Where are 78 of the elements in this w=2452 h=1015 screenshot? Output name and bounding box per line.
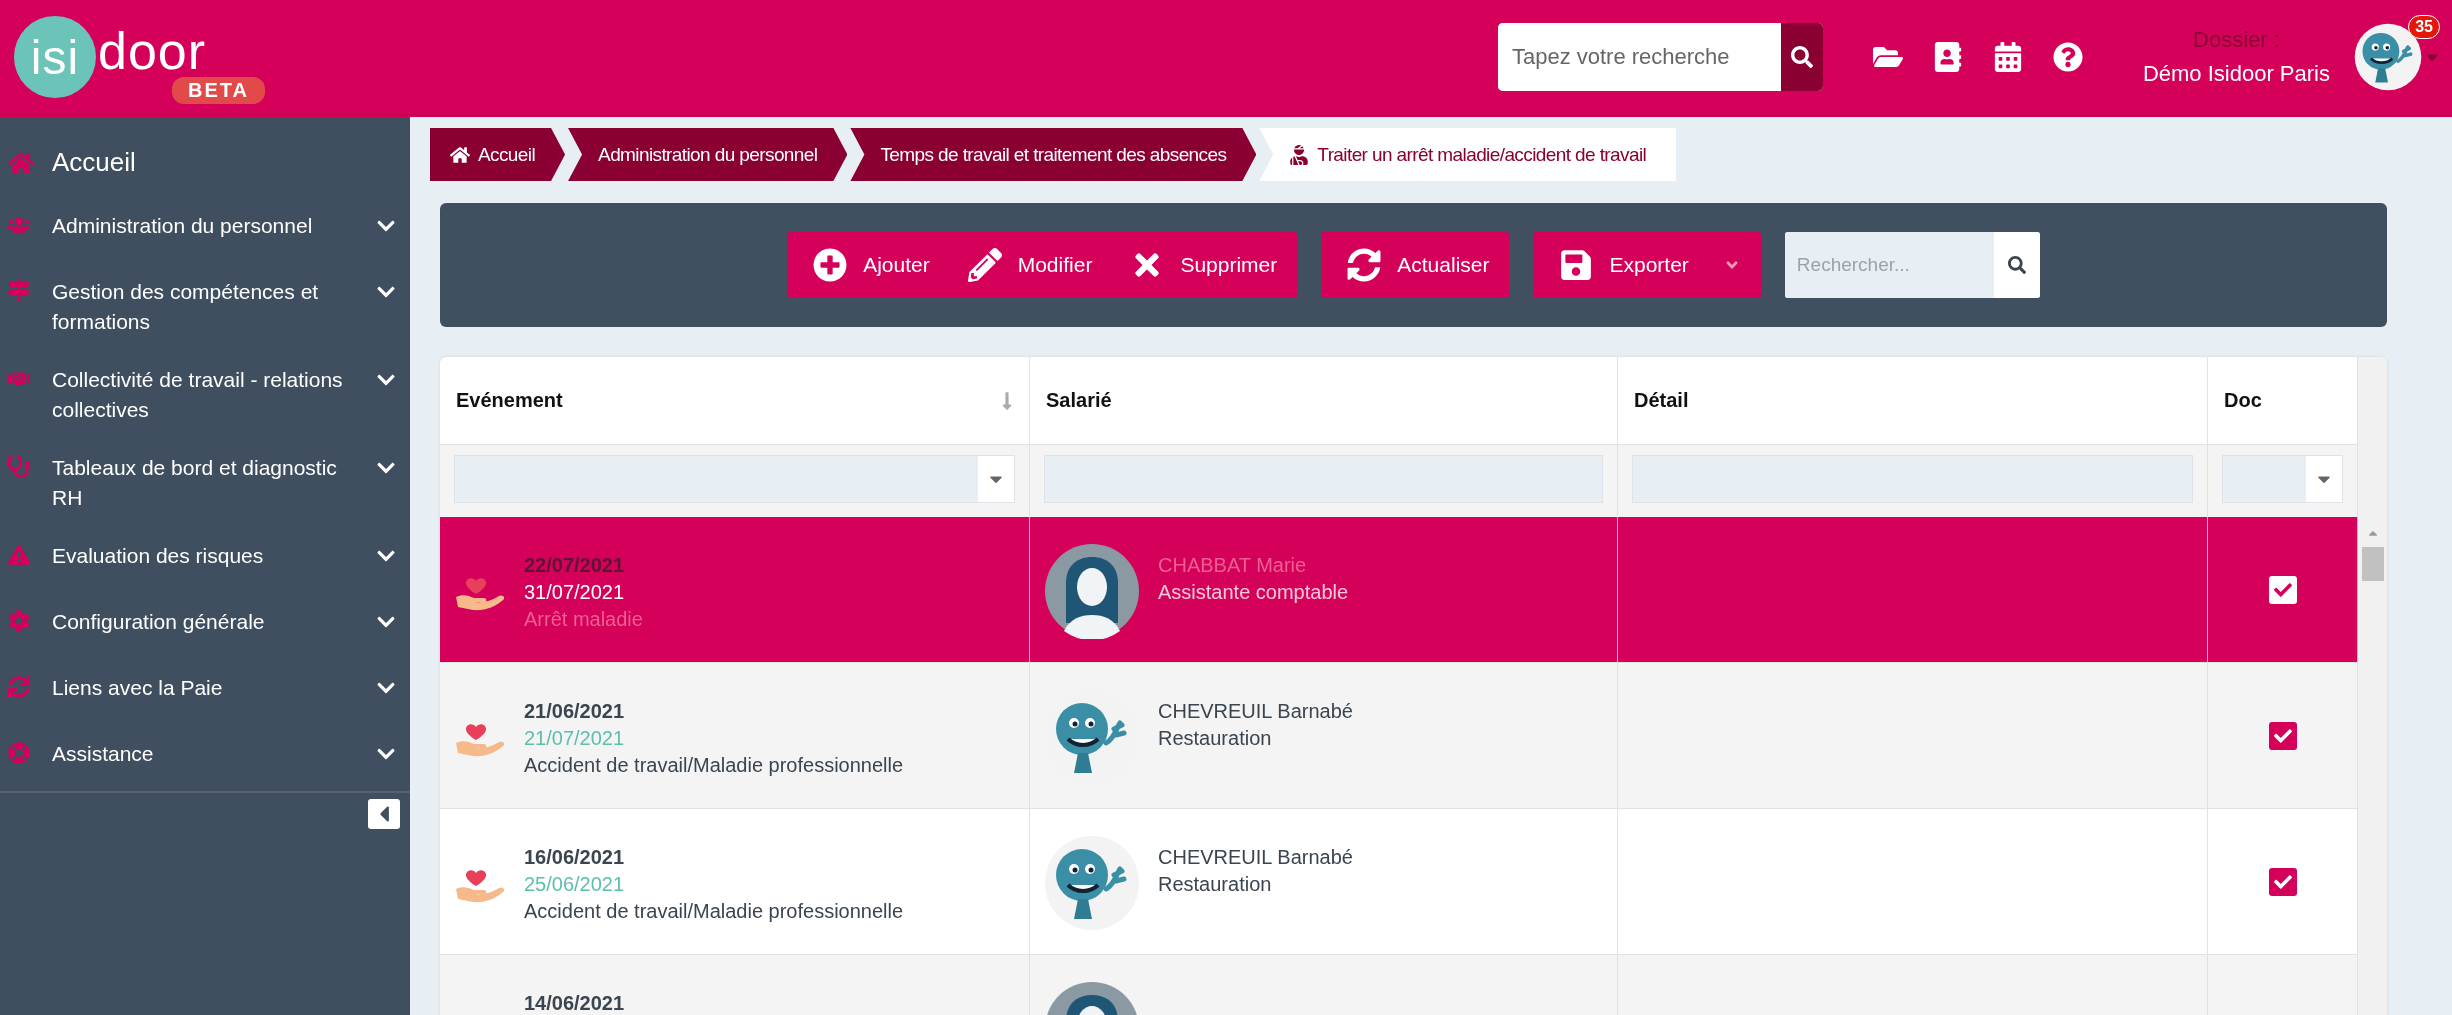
checkmark-icon: [2273, 873, 2292, 891]
home-icon: [450, 144, 470, 165]
logo-mark: isi: [14, 16, 96, 98]
signpost-icon: [8, 280, 30, 302]
table-cell[interactable]: [1618, 517, 2208, 663]
breadcrumb-item[interactable]: Accueil: [430, 128, 566, 181]
checkmark-icon: [2273, 727, 2292, 745]
sidebar-item[interactable]: Administration du personnel: [0, 197, 410, 263]
start-date: 22/07/2021: [524, 553, 626, 578]
job-title: Assistante comptable: [1158, 580, 1349, 605]
job-title: Restauration: [1158, 726, 1273, 751]
sidebar-item[interactable]: Collectivité de travail - relations collectives: [0, 351, 410, 439]
sidebar-item[interactable]: Assistance: [0, 725, 410, 791]
table-cell[interactable]: 21/06/2021 21/07/2021 Accident de travail/Maladie professionnelle: [440, 663, 1030, 809]
sync-icon: [8, 676, 30, 698]
end-date: 25/06/2021: [524, 872, 626, 897]
event-type: Accident de travail/Maladie professionnelle: [524, 753, 904, 778]
job-title: Restauration: [1158, 872, 1273, 897]
checkmark-icon: [2273, 581, 2292, 599]
pencil-icon: [967, 248, 1002, 282]
table-cell[interactable]: CHEVREUIL Barnabé Restauration: [1030, 809, 1618, 955]
notification-badge: 35: [2408, 15, 2440, 39]
employee-name: CHEVREUIL Barnabé: [1158, 845, 1353, 870]
checkbox[interactable]: [2268, 868, 2297, 896]
table-cell[interactable]: 16/06/2021 25/06/2021 Accident de travail/Maladie professionnelle: [440, 809, 1030, 955]
search-icon: [2007, 256, 2026, 274]
sidebar-item[interactable]: Configuration générale: [0, 593, 410, 659]
contact-book-icon[interactable]: [1932, 42, 1963, 72]
table-cell[interactable]: CHEVREUIL Barnabé Restauration: [1030, 663, 1618, 809]
sidebar-item[interactable]: Tableaux de bord et diagnostic RH: [0, 439, 410, 527]
table-cell[interactable]: [1618, 663, 2208, 809]
table-cell[interactable]: 14/06/2021: [440, 955, 1030, 1015]
event-type: Arrêt maladie: [524, 607, 643, 632]
settings-icon: [8, 610, 30, 632]
start-date: 14/06/2021: [524, 991, 625, 1015]
employee-name: CHEVREUIL Barnabé: [1158, 699, 1353, 724]
sidebar-item[interactable]: Gestion des compétences et formations: [0, 263, 410, 351]
sidebar-item[interactable]: Liens avec la Paie: [0, 659, 410, 725]
table-cell[interactable]: 22/07/2021 31/07/2021 Arrêt maladie: [440, 517, 1030, 663]
lifebuoy-icon: [8, 742, 30, 764]
dossier-label: Dossier :: [2193, 27, 2280, 53]
search-field[interactable]: Tapez votre recherche: [1497, 23, 1823, 91]
breadcrumb-item[interactable]: Temps de travail et traitement des absences: [850, 128, 1257, 181]
calendar-icon[interactable]: [1992, 42, 2023, 72]
end-date: 21/07/2021: [524, 726, 626, 751]
home-icon: [8, 150, 34, 176]
search-field[interactable]: Rechercher...: [1784, 232, 2040, 298]
users-icon: [8, 214, 30, 236]
table-cell[interactable]: [2208, 809, 2358, 955]
injured-person-icon: [1289, 144, 1310, 165]
scrollbar-thumb[interactable]: [2361, 547, 2384, 581]
help-icon[interactable]: [2052, 42, 2083, 72]
table-cell[interactable]: [2208, 663, 2358, 809]
beta-badge: BETA: [172, 77, 265, 104]
stethoscope-icon: [8, 456, 30, 478]
start-date: 16/06/2021: [524, 845, 626, 870]
dossier-name: Démo Isidoor Paris: [2142, 61, 2330, 87]
breadcrumb-item[interactable]: Administration du personnel: [568, 128, 848, 181]
warning-icon: [8, 544, 30, 566]
table-cell[interactable]: [1618, 809, 2208, 955]
search-button[interactable]: [1780, 23, 1823, 91]
sidebar-item[interactable]: Evaluation des risques: [0, 527, 410, 593]
event-type: Accident de travail/Maladie professionnelle: [524, 899, 904, 924]
refresh-icon: [1347, 248, 1382, 282]
table-cell[interactable]: CHABBAT Marie Assistante comptable: [1030, 517, 1618, 663]
table-cell[interactable]: [2208, 517, 2358, 663]
checkbox[interactable]: [2268, 576, 2297, 604]
start-date: 21/06/2021: [524, 699, 626, 724]
end-date: 31/07/2021: [524, 580, 626, 605]
collapse-button[interactable]: [368, 799, 400, 829]
employee-name: CHABBAT Marie: [1158, 553, 1308, 578]
search-button[interactable]: [1993, 232, 2040, 298]
export-icon: [1559, 248, 1594, 282]
sidebar-item[interactable]: Accueil: [0, 131, 410, 197]
checkbox[interactable]: [2268, 722, 2297, 750]
search-icon: [1790, 46, 1813, 68]
breadcrumb-item[interactable]: Traiter un arrêt maladie/accident de travail: [1259, 128, 1677, 181]
add-icon: [813, 248, 848, 282]
